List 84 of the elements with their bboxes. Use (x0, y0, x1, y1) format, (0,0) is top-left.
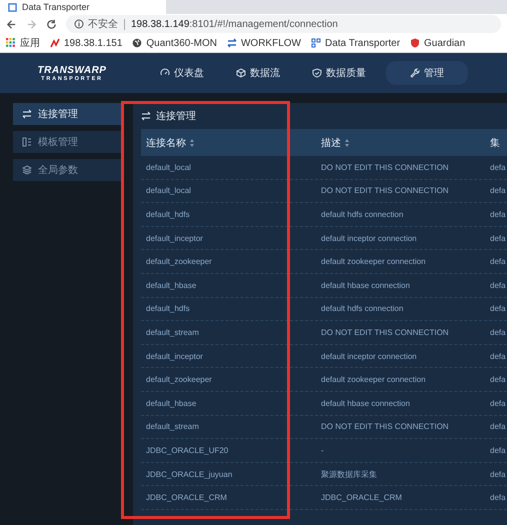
address-field[interactable]: 不安全 198.38.1.149:8101/#!/management/connection (66, 15, 501, 33)
back-icon[interactable] (6, 18, 17, 30)
bookmark-item[interactable]: Data Transporter (310, 38, 400, 48)
bookmark-item[interactable]: WORKFLOW (226, 38, 301, 48)
table-cell-text: JDBC_ORACLE_juyuan (145, 470, 234, 479)
column-header[interactable]: 连接名称 (141, 136, 316, 150)
sort-icon (190, 138, 194, 146)
table-cell-text: default_hbase (145, 280, 198, 290)
table-cell-text: default hbase connection (320, 398, 411, 408)
table-cell-text: default hdfs connection (320, 304, 404, 314)
table-cell-text: default zookeeper connection (320, 257, 427, 266)
table-cell-text: default_hdfs (145, 210, 191, 219)
wrench-icon (410, 68, 420, 78)
bookmark-item[interactable]: Quant360-MON (132, 38, 217, 48)
gauge-icon (160, 68, 170, 78)
table-cell-text: defa (489, 493, 507, 502)
table-cell-text: default hbase connection (320, 280, 411, 290)
table-cell-text: DO NOT EDIT THIS CONNECTION (320, 186, 450, 196)
table-cell-text: default_inceptor (145, 352, 204, 361)
apps-icon (6, 38, 16, 48)
swap-icon (22, 109, 32, 119)
bookmark-item[interactable]: 198.38.1.151 (50, 38, 122, 48)
table-cell-text: defa (489, 280, 507, 290)
cube-icon (236, 68, 246, 78)
table-cell-text: 聚源数据库采集 (320, 468, 378, 480)
table-cell-text: defa (489, 186, 507, 196)
table-cell-text: default_zookeeper (145, 375, 213, 384)
table-cell-text: defa (489, 234, 507, 243)
table-cell-text: defa (489, 210, 507, 219)
info-icon (74, 19, 84, 29)
swap-icon (141, 111, 151, 121)
nav-tab[interactable]: 数据质量 (300, 61, 378, 85)
column-header[interactable]: 描述 (316, 136, 485, 150)
table-cell-text: defa (489, 375, 507, 384)
table-cell-text: default_local (145, 162, 192, 172)
table-cell-text: default_inceptor (145, 234, 204, 243)
nav-tab[interactable]: 管理 (386, 61, 468, 85)
browser-tab[interactable]: Data Transporter (0, 0, 166, 14)
table-cell-text: defa (489, 422, 507, 432)
table-cell-text: default_stream (145, 422, 200, 432)
table-cell-text: defa (489, 162, 507, 172)
panel-title: 连接管理 (156, 110, 196, 123)
table-cell-text: DO NOT EDIT THIS CONNECTION (320, 328, 450, 337)
table-cell-text: defa (489, 257, 507, 266)
table-cell-text: defa (489, 446, 507, 455)
table-cell-text: defa (489, 352, 507, 361)
table-cell-text: JDBC_ORACLE_CRM (320, 493, 403, 502)
sort-icon (345, 138, 349, 146)
table-cell-text: default_stream (145, 328, 200, 337)
table-cell-text: default inceptor connection (320, 352, 418, 361)
table-cell-text: default_hdfs (145, 304, 191, 314)
table-cell-text: defa (489, 470, 507, 479)
sidebar-item[interactable]: 全局参数 (13, 159, 121, 181)
table-cell-text: default_hbase (145, 398, 198, 408)
table-cell-text: default hdfs connection (320, 210, 404, 219)
column-header[interactable]: 集 (485, 136, 507, 150)
table-cell-text: JDBC_ORACLE_UF20 (145, 446, 230, 455)
table-cell-text: default_zookeeper (145, 257, 213, 266)
table-cell-text: default_local (145, 186, 192, 196)
table-cell-text: default inceptor connection (320, 234, 418, 243)
nav-tab[interactable]: 数据流 (224, 61, 292, 85)
page-icon (8, 2, 17, 12)
shield-icon (312, 68, 322, 78)
swap-icon (226, 38, 237, 48)
grid-icon (310, 38, 321, 48)
table-cell-text: defa (489, 398, 507, 408)
layers-icon (22, 165, 32, 175)
shield-icon (410, 38, 420, 48)
table-cell-text: JDBC_ORACLE_CRM (145, 493, 228, 502)
sidebar-item[interactable]: 模板管理 (13, 131, 121, 153)
table-cell-text: defa (489, 304, 507, 314)
chart-icon (50, 38, 60, 48)
sidebar-item[interactable]: 连接管理 (13, 103, 121, 125)
globe-icon (132, 38, 142, 48)
table-cell-text: DO NOT EDIT THIS CONNECTION (320, 162, 450, 172)
reload-icon[interactable] (46, 18, 57, 30)
table-cell-text: - (320, 446, 325, 455)
table-cell-text: default zookeeper connection (320, 375, 427, 384)
bookmark-item[interactable]: Guardian (410, 38, 466, 48)
table-cell-text: defa (489, 328, 507, 337)
nav-tab[interactable]: 仪表盘 (148, 61, 216, 85)
table-cell-text: DO NOT EDIT THIS CONNECTION (320, 422, 450, 432)
bookmark-item[interactable]: 应用 (6, 36, 40, 50)
template-icon (22, 137, 32, 147)
